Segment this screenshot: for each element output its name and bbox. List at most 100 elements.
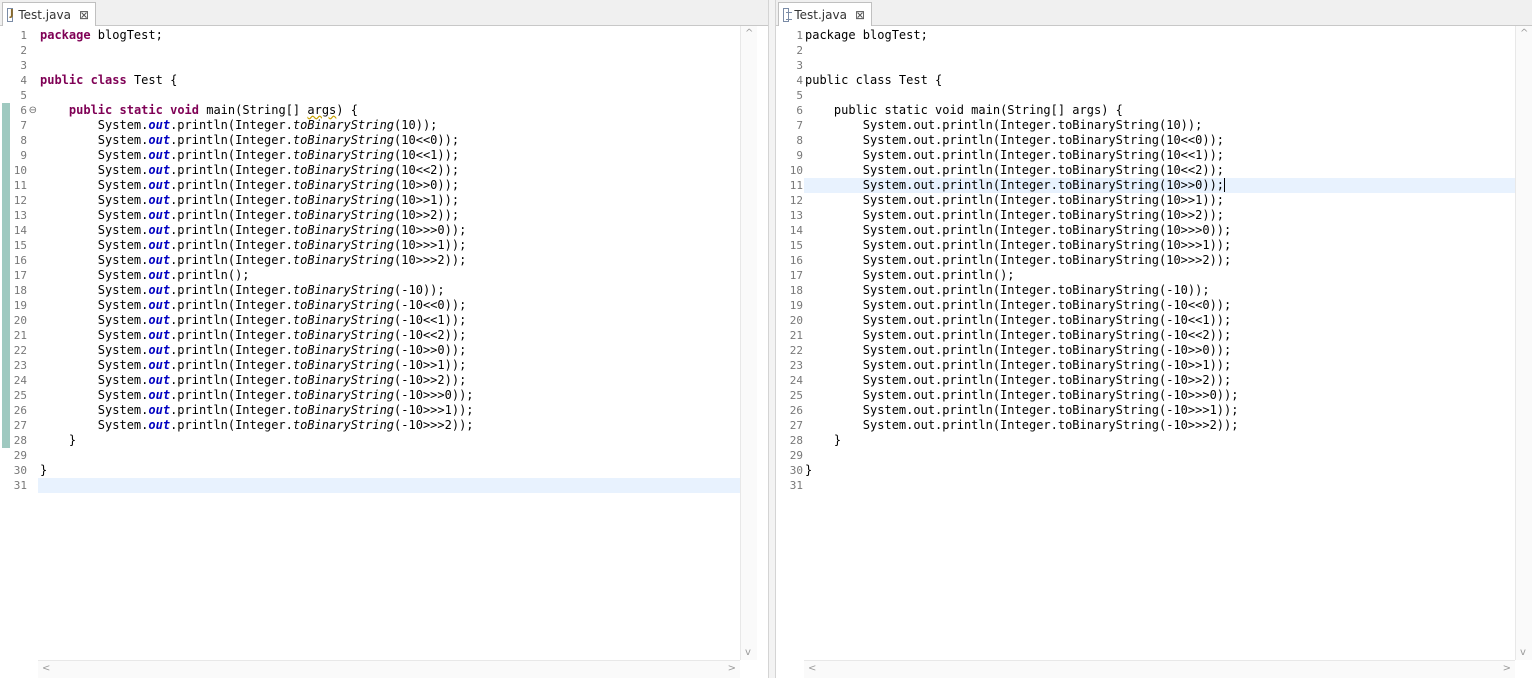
code-line[interactable] [805, 88, 1515, 103]
code-line[interactable]: System.out.println(Integer.toBinaryStrin… [805, 343, 1515, 358]
line-number: 29 [13, 449, 27, 462]
code-line[interactable]: System.out.println(Integer.toBinaryStrin… [805, 283, 1515, 298]
scroll-up-icon[interactable]: ^ [1520, 28, 1528, 39]
code-line[interactable] [40, 478, 742, 493]
line-number: 17 [789, 269, 803, 282]
left-horizontal-scrollbar[interactable]: < > [38, 660, 740, 678]
close-tab-icon[interactable]: ⊠ [855, 8, 865, 22]
code-line[interactable]: System.out.println(Integer.toBinaryStrin… [40, 403, 742, 418]
code-line[interactable]: System.out.println(Integer.toBinaryStrin… [40, 388, 742, 403]
code-line[interactable] [40, 58, 742, 73]
left-editor-tab[interactable]: Test.java ⊠ [2, 2, 96, 26]
right-horizontal-scrollbar[interactable]: < > [804, 660, 1515, 678]
code-line[interactable]: public class Test { [40, 73, 742, 88]
code-line[interactable]: System.out.println(Integer.toBinaryStrin… [805, 358, 1515, 373]
line-number: 17 [13, 269, 27, 282]
code-line[interactable]: System.out.println(); [805, 268, 1515, 283]
right-editor-tab[interactable]: Test.java ⊠ [778, 2, 872, 26]
code-line[interactable]: System.out.println(Integer.toBinaryStrin… [40, 373, 742, 388]
scroll-up-icon[interactable]: ^ [745, 28, 753, 39]
code-line[interactable]: System.out.println(Integer.toBinaryStrin… [805, 208, 1515, 223]
code-line[interactable]: System.out.println(Integer.toBinaryStrin… [805, 328, 1515, 343]
code-line[interactable]: } [805, 463, 1515, 478]
scroll-left-icon[interactable]: < [42, 663, 50, 674]
line-number: 11 [13, 179, 27, 192]
code-line[interactable]: public static void main(String[] args) { [40, 103, 742, 118]
code-line[interactable] [805, 478, 1515, 493]
close-tab-icon[interactable]: ⊠ [79, 8, 89, 22]
code-line[interactable]: System.out.println(Integer.toBinaryStrin… [40, 163, 742, 178]
code-line[interactable]: public static void main(String[] args) { [805, 103, 1515, 118]
code-line[interactable]: System.out.println(Integer.toBinaryStrin… [40, 193, 742, 208]
left-code-area[interactable]: package blogTest; public class Test { pub… [38, 26, 742, 660]
code-line[interactable]: System.out.println(Integer.toBinaryStrin… [805, 133, 1515, 148]
code-line[interactable] [40, 88, 742, 103]
code-line[interactable] [805, 58, 1515, 73]
code-line[interactable] [805, 448, 1515, 463]
scroll-left-icon[interactable]: < [808, 663, 816, 674]
code-line[interactable]: System.out.println(Integer.toBinaryStrin… [40, 313, 742, 328]
code-line[interactable]: } [40, 463, 742, 478]
right-code-editor[interactable]: 1 2 3 4 5 6 7 8 9 10 11 12 13 14 15 16 17 18 19 20 21 22 23 24 2… [776, 26, 1532, 678]
code-line[interactable]: package blogTest; [805, 28, 1515, 43]
line-number: 26 [13, 404, 27, 417]
code-line[interactable] [40, 43, 742, 58]
code-line[interactable]: System.out.println(Integer.toBinaryStrin… [805, 148, 1515, 163]
scroll-down-icon[interactable]: v [1520, 647, 1526, 658]
right-code-area[interactable]: package blogTest; public class Test { pub… [804, 26, 1515, 660]
code-line[interactable]: System.out.println(Integer.toBinaryStrin… [805, 223, 1515, 238]
scroll-right-icon[interactable]: > [1503, 663, 1511, 674]
code-line[interactable]: System.out.println(Integer.toBinaryStrin… [40, 358, 742, 373]
code-line[interactable]: package blogTest; [40, 28, 742, 43]
scroll-down-icon[interactable]: v [745, 647, 751, 658]
collapse-fold-icon[interactable]: ⊖ [29, 103, 37, 118]
code-line[interactable]: System.out.println(Integer.toBinaryStrin… [805, 418, 1515, 433]
left-vertical-scrollbar[interactable]: ^ v [740, 26, 757, 660]
code-line[interactable]: System.out.println(Integer.toBinaryStrin… [40, 298, 742, 313]
line-number: 15 [13, 239, 27, 252]
code-line[interactable]: System.out.println(Integer.toBinaryStrin… [805, 403, 1515, 418]
code-line[interactable]: System.out.println(Integer.toBinaryStrin… [40, 328, 742, 343]
code-line[interactable]: System.out.println(Integer.toBinaryStrin… [40, 133, 742, 148]
line-number: 24 [13, 374, 27, 387]
line-number: 7 [796, 119, 803, 132]
code-line[interactable]: System.out.println(Integer.toBinaryStrin… [40, 418, 742, 433]
code-line[interactable]: System.out.println(Integer.toBinaryStrin… [805, 373, 1515, 388]
line-number: 29 [789, 449, 803, 462]
line-number: 27 [13, 419, 27, 432]
scroll-right-icon[interactable]: > [728, 663, 736, 674]
line-number: 4 [20, 74, 27, 87]
code-line[interactable]: System.out.println(Integer.toBinaryStrin… [805, 238, 1515, 253]
code-line[interactable]: System.out.println(); [40, 268, 742, 283]
code-line[interactable]: System.out.println(Integer.toBinaryStrin… [40, 343, 742, 358]
code-line[interactable]: System.out.println(Integer.toBinaryStrin… [40, 208, 742, 223]
code-line[interactable]: System.out.println(Integer.toBinaryStrin… [805, 178, 1515, 193]
code-line[interactable]: } [40, 433, 742, 448]
code-line[interactable]: } [805, 433, 1515, 448]
code-line[interactable] [805, 43, 1515, 58]
code-line[interactable]: System.out.println(Integer.toBinaryStrin… [805, 193, 1515, 208]
code-line[interactable]: System.out.println(Integer.toBinaryStrin… [40, 253, 742, 268]
code-line[interactable]: System.out.println(Integer.toBinaryStrin… [805, 313, 1515, 328]
code-line[interactable]: System.out.println(Integer.toBinaryStrin… [805, 163, 1515, 178]
code-line[interactable]: System.out.println(Integer.toBinaryStrin… [40, 178, 742, 193]
editor-split-divider[interactable] [768, 0, 776, 678]
code-line[interactable]: System.out.println(Integer.toBinaryStrin… [805, 388, 1515, 403]
code-line[interactable]: System.out.println(Integer.toBinaryStrin… [40, 223, 742, 238]
right-line-number-gutter: 1 2 3 4 5 6 7 8 9 10 11 12 13 14 15 16 17 18 19 20 21 22 23 24 2… [776, 26, 804, 660]
code-line[interactable]: System.out.println(Integer.toBinaryStrin… [40, 283, 742, 298]
left-code-editor[interactable]: 1 2 3 4 5 6 7 8 9 10 11 12 13 14 15 16 17 18 19 20 21 22 23 24 2… [0, 26, 768, 678]
code-line[interactable]: System.out.println(Integer.toBinaryStrin… [40, 118, 742, 133]
line-number: 15 [789, 239, 803, 252]
right-vertical-scrollbar[interactable]: ^ v [1515, 26, 1532, 660]
line-number: 21 [13, 329, 27, 342]
code-line[interactable]: System.out.println(Integer.toBinaryStrin… [805, 253, 1515, 268]
line-number: 31 [13, 479, 27, 492]
line-number: 10 [13, 164, 27, 177]
code-line[interactable]: System.out.println(Integer.toBinaryStrin… [805, 298, 1515, 313]
code-line[interactable]: System.out.println(Integer.toBinaryStrin… [40, 148, 742, 163]
code-line[interactable]: public class Test { [805, 73, 1515, 88]
code-line[interactable]: System.out.println(Integer.toBinaryStrin… [805, 118, 1515, 133]
code-line[interactable] [40, 448, 742, 463]
code-line[interactable]: System.out.println(Integer.toBinaryStrin… [40, 238, 742, 253]
